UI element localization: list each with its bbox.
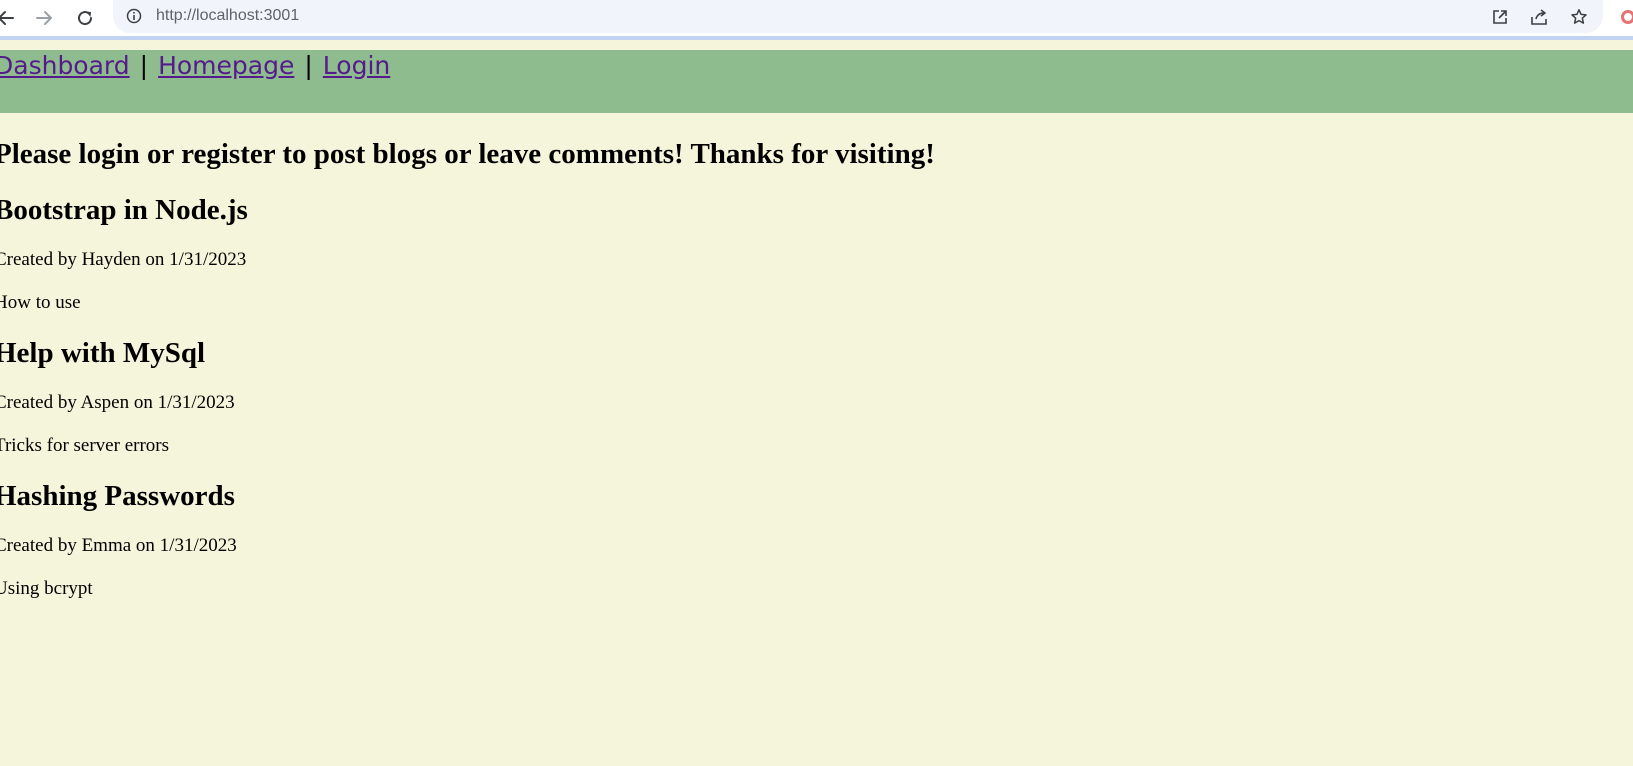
nav-separator: | <box>139 51 149 80</box>
share-icon[interactable] <box>1528 6 1550 28</box>
blog-post: Bootstrap in Node.js Created by Hayden o… <box>0 193 1614 314</box>
nav-link-dashboard[interactable]: Dashboard <box>0 51 130 80</box>
extension-icon[interactable] <box>1620 9 1633 25</box>
address-bar[interactable]: http://localhost:3001 <box>113 0 1603 33</box>
url-text: http://localhost:3001 <box>156 7 300 24</box>
browser-toolbar: http://localhost:3001 <box>0 0 1633 40</box>
open-external-icon[interactable] <box>1489 6 1511 28</box>
nav-link-homepage[interactable]: Homepage <box>158 51 294 80</box>
reload-icon[interactable] <box>71 4 99 32</box>
post-body: Tricks for server errors <box>0 435 169 456</box>
blog-post: Help with MySql Created by Aspen on 1/31… <box>0 336 1614 457</box>
info-icon[interactable] <box>126 8 142 24</box>
star-icon[interactable] <box>1568 6 1590 28</box>
forward-arrow-icon[interactable] <box>30 4 58 32</box>
post-title[interactable]: Bootstrap in Node.js <box>0 193 1614 227</box>
post-title[interactable]: Hashing Passwords <box>0 479 1614 513</box>
post-meta: Created by Hayden on 1/31/2023 <box>0 249 247 270</box>
main-content: Please login or register to post blogs o… <box>0 113 1614 600</box>
site-nav: Dashboard | Homepage | Login <box>0 48 390 84</box>
welcome-message: Please login or register to post blogs o… <box>0 138 935 170</box>
post-body: How to use <box>0 292 81 313</box>
post-title[interactable]: Help with MySql <box>0 336 1614 370</box>
post-body: Using bcrypt <box>0 578 93 599</box>
post-meta: Created by Emma on 1/31/2023 <box>0 535 237 556</box>
blog-post: Hashing Passwords Created by Emma on 1/3… <box>0 479 1614 600</box>
nav-link-login[interactable]: Login <box>323 51 390 80</box>
nav-separator: | <box>304 51 313 80</box>
back-arrow-icon[interactable] <box>0 4 20 32</box>
post-meta: Created by Aspen on 1/31/2023 <box>0 392 235 413</box>
